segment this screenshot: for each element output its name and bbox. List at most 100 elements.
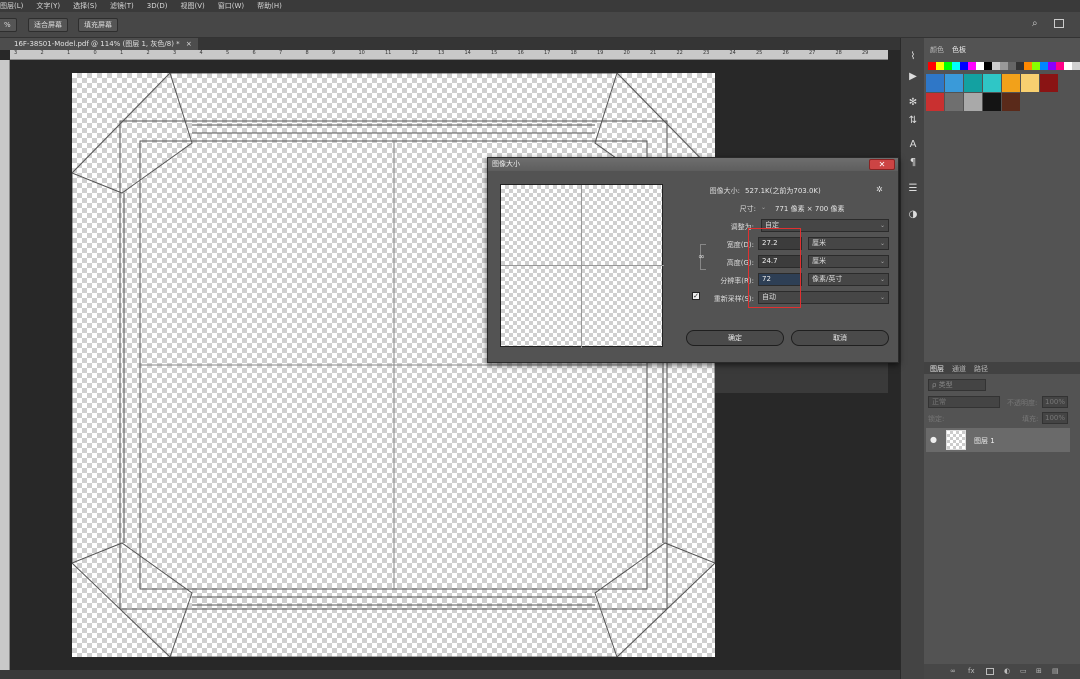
tab-swatches[interactable]: 色板 <box>952 45 966 55</box>
swatch-small[interactable] <box>1032 62 1040 70</box>
paragraph-icon[interactable]: ¶ <box>905 156 921 170</box>
close-icon[interactable]: ✕ <box>869 159 895 170</box>
fit-screen-button[interactable]: 适合屏幕 <box>28 18 68 32</box>
eye-icon[interactable]: ● <box>930 435 937 444</box>
menu-help[interactable]: 帮助(H) <box>257 1 282 11</box>
layer-kind-filter[interactable]: ρ 类型 <box>928 379 986 391</box>
swatch[interactable] <box>926 93 944 111</box>
ruler-tick-label: 20 <box>623 50 630 56</box>
ok-button[interactable]: 确定 <box>686 330 784 346</box>
swatch-small[interactable] <box>1040 62 1048 70</box>
swatch-small[interactable] <box>992 62 1000 70</box>
resample-checkbox[interactable]: ✓ <box>692 292 700 300</box>
swatch[interactable] <box>1040 74 1058 92</box>
zoom-percent-button[interactable]: % <box>0 18 17 32</box>
menu-window[interactable]: 窗口(W) <box>218 1 244 11</box>
menu-filter[interactable]: 滤镜(T) <box>110 1 134 11</box>
ruler-tick-label: 24 <box>729 50 736 56</box>
properties-icon[interactable]: ☰ <box>905 182 921 196</box>
swatch[interactable] <box>926 74 944 92</box>
menu-select[interactable]: 选择(S) <box>73 1 97 11</box>
ruler-tick-label: 25 <box>756 50 763 56</box>
swatch-small[interactable] <box>960 62 968 70</box>
play-icon[interactable]: ▶ <box>905 70 921 84</box>
image-size-value: 527.1K(之前为703.0K) <box>745 187 821 195</box>
tab-layers[interactable]: 图层 <box>930 364 944 374</box>
cancel-button[interactable]: 取消 <box>791 330 889 346</box>
tab-channels[interactable]: 通道 <box>952 364 966 374</box>
blend-mode-select[interactable]: 正常 <box>928 396 1000 408</box>
swatch-small[interactable] <box>928 62 936 70</box>
panel-tool-strip: ⌇ ▶ ✻ ⇅ A ¶ ☰ ◑ <box>900 38 924 679</box>
opacity-field[interactable]: 100% <box>1042 396 1068 408</box>
layer-row[interactable]: ● 图层 1 <box>926 428 1070 452</box>
tab-paths[interactable]: 路径 <box>974 364 988 374</box>
swatch[interactable] <box>1002 74 1020 92</box>
swatch-small[interactable] <box>1008 62 1016 70</box>
chevron-down-icon: ⌄ <box>879 276 885 283</box>
swatch-small[interactable] <box>976 62 984 70</box>
menu-layer[interactable]: 图层(L) <box>0 1 23 11</box>
swatch-small[interactable] <box>1064 62 1072 70</box>
swatch-small[interactable] <box>936 62 944 70</box>
swatch[interactable] <box>964 93 982 111</box>
canvas-gap <box>715 363 888 393</box>
swatch-small[interactable] <box>1072 62 1080 70</box>
dimension-dropdown-icon[interactable]: ⌄ <box>761 204 766 211</box>
height-unit-select[interactable]: 厘米 ⌄ <box>808 255 889 268</box>
swatch[interactable] <box>945 93 963 111</box>
fx-icon[interactable]: fx <box>968 667 975 675</box>
right-panel: 颜色 色板 <box>924 38 1080 679</box>
menu-type[interactable]: 文字(Y) <box>36 1 60 11</box>
image-size-dialog: 图像大小 ✕ 图像大小: 527.1K(之前为703.0K) ✲ 尺寸: ⌄ 7… <box>487 157 899 363</box>
swatch[interactable] <box>945 74 963 92</box>
width-unit: 厘米 <box>812 239 826 247</box>
resolution-unit-select[interactable]: 像素/英寸 ⌄ <box>808 273 889 286</box>
close-tab-icon[interactable]: × <box>186 40 192 48</box>
fill-screen-button[interactable]: 填充屏幕 <box>78 18 118 32</box>
workspace-icon[interactable] <box>1054 19 1064 28</box>
swatch[interactable] <box>983 93 1001 111</box>
dimension-label: 尺寸: <box>739 205 756 213</box>
swatch[interactable] <box>964 74 982 92</box>
chain-link-icon[interactable]: ∞ <box>698 252 705 261</box>
link-icon[interactable]: ∞ <box>950 667 956 675</box>
tab-color[interactable]: 颜色 <box>930 45 944 55</box>
swatch-small[interactable] <box>984 62 992 70</box>
image-preview[interactable] <box>500 184 664 348</box>
brush-mix-icon[interactable]: ⌇ <box>905 50 921 64</box>
menu-view[interactable]: 视图(V) <box>180 1 204 11</box>
chevron-down-icon: ⌄ <box>879 240 885 247</box>
adjustment-icon[interactable]: ◐ <box>1004 667 1010 675</box>
adjust-tool-icon[interactable]: ⇅ <box>905 114 921 128</box>
swatch[interactable] <box>1002 93 1020 111</box>
menu-3d[interactable]: 3D(D) <box>147 2 168 10</box>
swatch[interactable] <box>983 74 1001 92</box>
swatch-small[interactable] <box>952 62 960 70</box>
swatch-small[interactable] <box>968 62 976 70</box>
text-a-icon[interactable]: A <box>905 138 921 152</box>
swatch-small[interactable] <box>1000 62 1008 70</box>
folder-icon[interactable]: ▭ <box>1020 667 1027 675</box>
ruler-tick-label: 16 <box>517 50 524 56</box>
swatch-small[interactable] <box>1048 62 1056 70</box>
swatch-small[interactable] <box>944 62 952 70</box>
settings-gear-icon[interactable]: ✲ <box>876 185 883 194</box>
mask-icon[interactable] <box>986 668 994 675</box>
fill-field[interactable]: 100% <box>1042 412 1068 424</box>
chevron-down-icon: ⌄ <box>879 222 885 229</box>
search-icon[interactable]: ⌕ <box>1032 18 1038 29</box>
chevron-down-icon: ⌄ <box>879 294 885 301</box>
swatch[interactable] <box>1021 74 1039 92</box>
swatch-small[interactable] <box>1024 62 1032 70</box>
color-wheel-icon[interactable]: ◑ <box>905 208 921 222</box>
vertical-ruler <box>0 60 10 670</box>
width-unit-select[interactable]: 厘米 ⌄ <box>808 237 889 250</box>
layer-name[interactable]: 图层 1 <box>974 436 995 446</box>
trash-icon[interactable]: ▤ <box>1052 667 1059 675</box>
document-tab[interactable]: 16F-38S01-Model.pdf @ 114% (图层 1, 灰色/8) … <box>0 38 198 50</box>
swatch-small[interactable] <box>1056 62 1064 70</box>
swatch-small[interactable] <box>1016 62 1024 70</box>
gear-brush-icon[interactable]: ✻ <box>905 96 921 110</box>
new-layer-icon[interactable]: ⊞ <box>1036 667 1042 675</box>
